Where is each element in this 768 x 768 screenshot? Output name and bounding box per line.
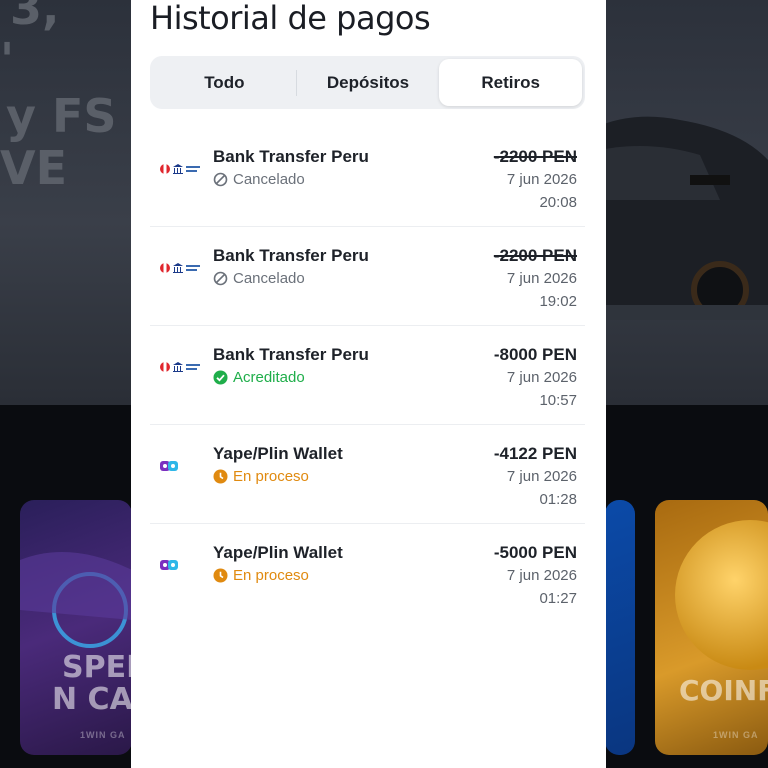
transaction-amount: -4122 PEN [493,444,577,463]
transaction-row[interactable]: Bank Transfer Peru Cancelado -2200 PEN 7… [150,128,585,227]
game-card[interactable]: COINF 1WIN GA [655,500,768,755]
transaction-row[interactable]: Yape/Plin Wallet En proceso -4122 PEN 7 … [150,425,585,524]
status-text: En proceso [233,468,309,485]
transaction-date: 7 jun 2026 [506,567,577,584]
status-text: En proceso [233,567,309,584]
transaction-row[interactable]: Yape/Plin Wallet En proceso -5000 PEN 7 … [150,524,585,623]
yape-plin-icon [160,557,202,573]
payment-method: Bank Transfer Peru [213,147,369,166]
game-card[interactable] [605,500,635,755]
status-badge: En proceso [213,468,309,485]
transaction-time: 01:27 [539,590,577,607]
transaction-date: 7 jun 2026 [506,468,577,485]
transaction-amount: -5000 PEN [493,543,577,562]
cancel-icon [213,271,228,286]
check-icon [213,370,228,385]
tab-todo[interactable]: Todo [153,59,296,106]
status-badge: Cancelado [213,270,305,287]
transaction-row[interactable]: Bank Transfer Peru Cancelado -2200 PEN 7… [150,227,585,326]
cancel-icon [213,172,228,187]
tab-bar: Todo Depósitos Retiros [150,56,585,109]
transaction-date: 7 jun 2026 [506,270,577,287]
transaction-amount: -8000 PEN [493,345,577,364]
coin-icon [675,520,768,670]
hero-line: y FS [6,89,117,143]
transaction-amount: -2200 PEN [493,246,577,265]
transaction-time: 10:57 [539,392,577,409]
hero-text: 3, ' y FS VE [0,0,140,194]
hero-line: 3, [10,0,60,35]
status-badge: Cancelado [213,171,305,188]
payment-history-panel: Historial de pagos Todo Depósitos Retiro… [131,0,606,768]
hero-line: ' [0,33,15,87]
bank-transfer-peru-icon [160,161,202,177]
hero-line: VE [0,141,68,195]
page-title: Historial de pagos [150,0,431,37]
payment-method: Yape/Plin Wallet [213,543,343,562]
clock-icon [213,469,228,484]
transaction-time: 19:02 [539,293,577,310]
transaction-list: Bank Transfer Peru Cancelado -2200 PEN 7… [150,128,585,623]
clock-icon [213,568,228,583]
status-badge: En proceso [213,567,309,584]
game-card-title: COINF [679,674,768,707]
game-card-subtitle: 1WIN GA [80,730,126,740]
game-card[interactable]: SPEI N CA 1WIN GA [20,500,132,755]
bank-transfer-peru-icon [160,260,202,276]
game-card-title: SPEI [62,650,132,685]
tab-depositos[interactable]: Depósitos [297,59,440,106]
yape-plin-icon [160,458,202,474]
status-badge: Acreditado [213,369,305,386]
tab-retiros[interactable]: Retiros [439,59,583,106]
transaction-date: 7 jun 2026 [506,171,577,188]
payment-method: Bank Transfer Peru [213,345,369,364]
game-card-subtitle: 1WIN GA [713,730,759,740]
transaction-row[interactable]: Bank Transfer Peru Acreditado -8000 PEN … [150,326,585,425]
status-text: Cancelado [233,171,305,188]
status-text: Cancelado [233,270,305,287]
transaction-amount: -2200 PEN [493,147,577,166]
transaction-date: 7 jun 2026 [506,369,577,386]
bank-transfer-peru-icon [160,359,202,375]
car-image [590,116,768,320]
payment-method: Yape/Plin Wallet [213,444,343,463]
payment-method: Bank Transfer Peru [213,246,369,265]
transaction-time: 20:08 [539,194,577,211]
transaction-time: 01:28 [539,491,577,508]
game-card-title: N CA [52,682,132,717]
status-text: Acreditado [233,369,305,386]
